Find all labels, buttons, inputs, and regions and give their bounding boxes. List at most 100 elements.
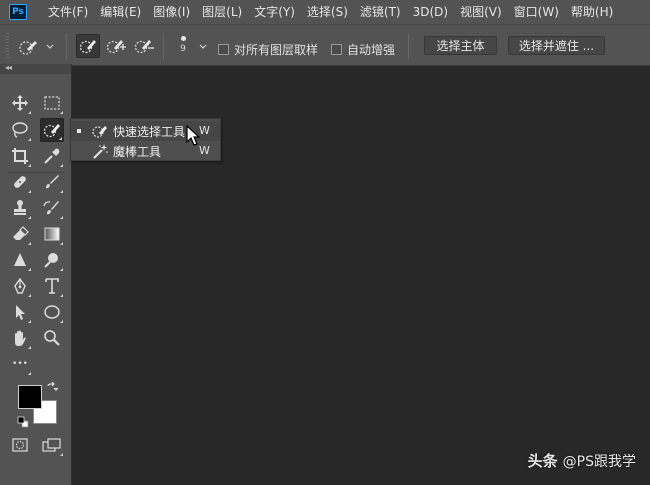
options-divider (408, 33, 409, 59)
clone-stamp-tool[interactable] (8, 196, 32, 220)
brush-tool[interactable] (40, 170, 64, 194)
menu-edit[interactable]: 编辑(E) (94, 0, 147, 24)
lasso-icon (12, 122, 28, 138)
swap-colors-icon[interactable] (46, 382, 58, 394)
brush-icon (46, 175, 59, 189)
path-selection-tool[interactable] (8, 300, 32, 324)
sample-all-layers-checkbox[interactable]: 对所有图层取样 (218, 41, 318, 58)
new-selection-button[interactable] (76, 34, 100, 58)
tool-group-corner (60, 111, 63, 114)
menu-window[interactable]: 窗口(W) (508, 0, 565, 24)
default-colors-icon[interactable] (17, 416, 29, 428)
blur-tool[interactable] (8, 248, 32, 272)
quick-mask-button[interactable] (8, 433, 32, 457)
menu-help[interactable]: 帮助(H) (565, 0, 619, 24)
add-to-selection-icon (106, 40, 126, 54)
tools-panel: ◂◂ ••• (0, 63, 72, 485)
tool-group-corner (60, 190, 63, 193)
move-icon (12, 95, 28, 111)
foreground-color-swatch[interactable] (18, 385, 42, 409)
tool-group-corner (60, 242, 63, 245)
tools-panel-header[interactable]: ◂◂ (0, 63, 71, 74)
lasso-tool[interactable] (8, 118, 32, 142)
menu-3d[interactable]: 3D(D) (407, 0, 454, 24)
checkbox-box[interactable] (331, 44, 342, 55)
history-brush-tool[interactable] (40, 196, 64, 220)
dodge-icon (44, 253, 58, 268)
flyout-item-label: 魔棒工具 (113, 145, 162, 159)
hand-icon (15, 330, 26, 346)
path-selection-icon (16, 305, 25, 320)
move-tool[interactable] (8, 91, 32, 115)
history-brush-icon (43, 201, 59, 215)
tool-group-corner (59, 137, 62, 140)
tool-group-corner (28, 190, 31, 193)
tool-group-corner (28, 320, 31, 323)
type-tool[interactable] (40, 274, 64, 298)
checkbox-box[interactable] (218, 44, 229, 55)
quick-selection-tool[interactable] (40, 118, 64, 142)
tool-group-corner (28, 111, 31, 114)
magic-wand-icon (93, 144, 108, 159)
zoom-tool[interactable] (40, 326, 64, 350)
subtract-from-selection-icon (134, 40, 154, 54)
crop-tool[interactable] (8, 144, 32, 168)
eyedropper-tool[interactable] (40, 144, 64, 168)
quick-selection-icon (19, 41, 37, 55)
quick-selection-icon (92, 126, 107, 138)
options-bar: 9 对所有图层取样 自动增强 选择主体 选择并遮住 ... (0, 24, 650, 66)
brush-size-value: 9 (180, 44, 186, 54)
screen-mode-button[interactable] (40, 433, 64, 457)
eyedropper-icon (44, 148, 60, 164)
subtract-from-selection-button[interactable] (132, 34, 156, 58)
dodge-tool[interactable] (40, 248, 64, 272)
tool-group-corner (28, 242, 31, 245)
mouse-cursor-icon (186, 125, 201, 146)
watermark-handle: @PS跟我学 (562, 454, 636, 470)
select-and-mask-button[interactable]: 选择并遮住 ... (508, 36, 605, 55)
stamp-icon (14, 200, 26, 215)
chevron-down-icon[interactable] (199, 44, 207, 50)
tool-group-corner (60, 164, 63, 167)
menu-layer[interactable]: 图层(L) (196, 0, 248, 24)
current-tool-marker (77, 129, 81, 133)
menu-type[interactable]: 文字(Y) (248, 0, 301, 24)
options-divider (163, 33, 164, 59)
tool-group-corner (28, 346, 31, 349)
edit-toolbar-button[interactable]: ••• (8, 352, 32, 376)
blur-icon (14, 253, 26, 266)
tool-group-corner (28, 216, 31, 219)
chevron-down-icon (46, 44, 54, 49)
menu-bar: Ps 文件(F) 编辑(E) 图像(I) 图层(L) 文字(Y) 选择(S) 滤… (0, 0, 650, 24)
more-icon: ••• (12, 359, 28, 369)
menu-image[interactable]: 图像(I) (147, 0, 196, 24)
menu-filter[interactable]: 滤镜(T) (354, 0, 407, 24)
photoshop-logo[interactable]: Ps (9, 4, 27, 20)
quick-mask-icon (12, 438, 28, 452)
rectangular-marquee-tool[interactable] (40, 91, 64, 115)
new-selection-icon (79, 40, 96, 54)
brush-tip-icon (180, 36, 186, 41)
tool-preset-picker[interactable] (18, 37, 56, 57)
menu-select[interactable]: 选择(S) (301, 0, 354, 24)
watermark-brand: 头条 (527, 452, 558, 470)
gradient-tool[interactable] (40, 222, 64, 246)
options-bar-grip[interactable] (6, 33, 9, 59)
menu-view[interactable]: 视图(V) (454, 0, 508, 24)
spot-healing-brush-tool[interactable] (8, 170, 32, 194)
hand-tool[interactable] (8, 326, 32, 350)
auto-enhance-checkbox[interactable]: 自动增强 (331, 41, 395, 58)
zoom-icon (44, 330, 60, 346)
select-subject-button[interactable]: 选择主体 (424, 36, 497, 55)
screen-mode-icon (42, 438, 61, 452)
add-to-selection-button[interactable] (104, 34, 128, 58)
gradient-icon (44, 227, 60, 241)
menu-file[interactable]: 文件(F) (42, 0, 94, 24)
eraser-icon (13, 226, 29, 240)
pen-tool[interactable] (8, 274, 32, 298)
tool-group-corner (60, 320, 63, 323)
ellipse-tool[interactable] (40, 300, 64, 324)
collapse-panel-icon[interactable]: ◂◂ (5, 63, 12, 72)
brush-size-picker[interactable]: 9 (174, 34, 192, 60)
eraser-tool[interactable] (8, 222, 32, 246)
